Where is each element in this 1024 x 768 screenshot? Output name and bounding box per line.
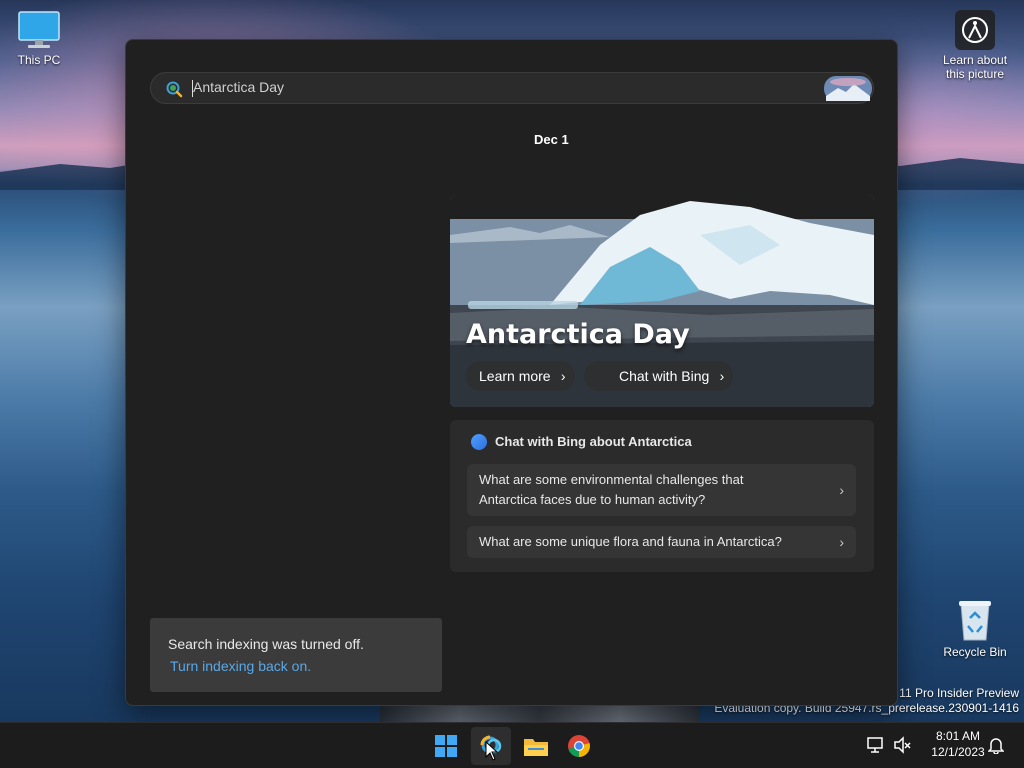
turn-indexing-on-link[interactable]: Turn indexing back on. — [170, 658, 311, 674]
indexing-notice: Search indexing was turned off. Turn ind… — [150, 618, 442, 692]
chrome-icon — [568, 735, 590, 757]
clock-time[interactable]: 8:01 AM — [920, 729, 996, 743]
recycle-bin-label: Recycle Bin — [943, 645, 1007, 659]
highlight-date: Dec 1 — [534, 132, 569, 147]
network-icon[interactable] — [867, 736, 885, 754]
search-panel: Antarctica Day Dec 1 Antarctica Day Lear… — [125, 39, 898, 706]
spotlight-label-2: this picture — [945, 67, 1005, 81]
mouse-cursor-icon — [485, 741, 499, 761]
recycle-bin-desktop-icon[interactable]: Recycle Bin — [940, 598, 1010, 659]
learn-more-button[interactable]: Learn more › — [466, 361, 575, 391]
chat-heading: Chat with Bing about Antarctica — [495, 434, 692, 449]
recycle-bin-icon — [959, 601, 991, 641]
notification-bell-icon[interactable] — [988, 736, 1004, 754]
spotlight-learn-about-picture[interactable]: Learn about this picture — [936, 10, 1014, 81]
chat-with-bing-card: Chat with Bing about Antarctica What are… — [450, 420, 874, 572]
search-query-text: Antarctica Day — [193, 79, 285, 95]
chat-question-1-line2: Antarctica faces due to human activity? — [479, 492, 706, 507]
monitor-icon — [18, 11, 60, 48]
file-explorer-icon — [524, 739, 548, 756]
spotlight-label-1: Learn about — [942, 53, 1008, 67]
evaluation-watermark-line1: s 11 Pro Insider Preview — [889, 686, 1019, 700]
search-highlight-thumbnail-icon[interactable] — [824, 76, 872, 101]
chevron-right-icon: › — [560, 368, 566, 384]
chat-with-bing-label: Chat with Bing — [619, 368, 710, 384]
indexing-message: Search indexing was turned off. — [168, 636, 364, 652]
bing-chat-icon — [471, 434, 487, 450]
chat-question-2-text: What are some unique flora and fauna in … — [479, 534, 782, 549]
chevron-right-icon: › — [839, 482, 844, 498]
search-app-button[interactable] — [471, 727, 511, 765]
clock-date[interactable]: 12/1/2023 — [920, 745, 996, 759]
file-explorer-button[interactable] — [515, 727, 555, 765]
hero-title: Antarctica Day — [466, 319, 690, 350]
antarctica-day-hero-card[interactable]: Antarctica Day Learn more › Chat with Bi… — [450, 195, 874, 407]
chevron-right-icon: › — [839, 534, 844, 550]
chrome-button[interactable] — [559, 727, 599, 765]
this-pc-desktop-icon[interactable]: This PC — [12, 10, 66, 67]
chat-question-2[interactable]: What are some unique flora and fauna in … — [467, 526, 856, 558]
chat-with-bing-button[interactable]: Chat with Bing › — [584, 361, 734, 391]
chat-question-1-line1: What are some environmental challenges t… — [479, 472, 744, 487]
search-icon — [166, 81, 183, 98]
camera-info-icon — [955, 10, 995, 50]
taskbar: 8:01 AM 12/1/2023 — [0, 722, 1024, 768]
search-input[interactable]: Antarctica Day — [150, 72, 874, 104]
chevron-right-icon: › — [719, 368, 725, 384]
volume-muted-icon[interactable] — [893, 736, 911, 754]
this-pc-label: This PC — [17, 53, 61, 67]
chat-question-1[interactable]: What are some environmental challenges t… — [467, 464, 856, 516]
learn-more-label: Learn more — [479, 368, 551, 384]
windows-start-icon — [435, 735, 457, 757]
start-button[interactable] — [426, 727, 466, 765]
